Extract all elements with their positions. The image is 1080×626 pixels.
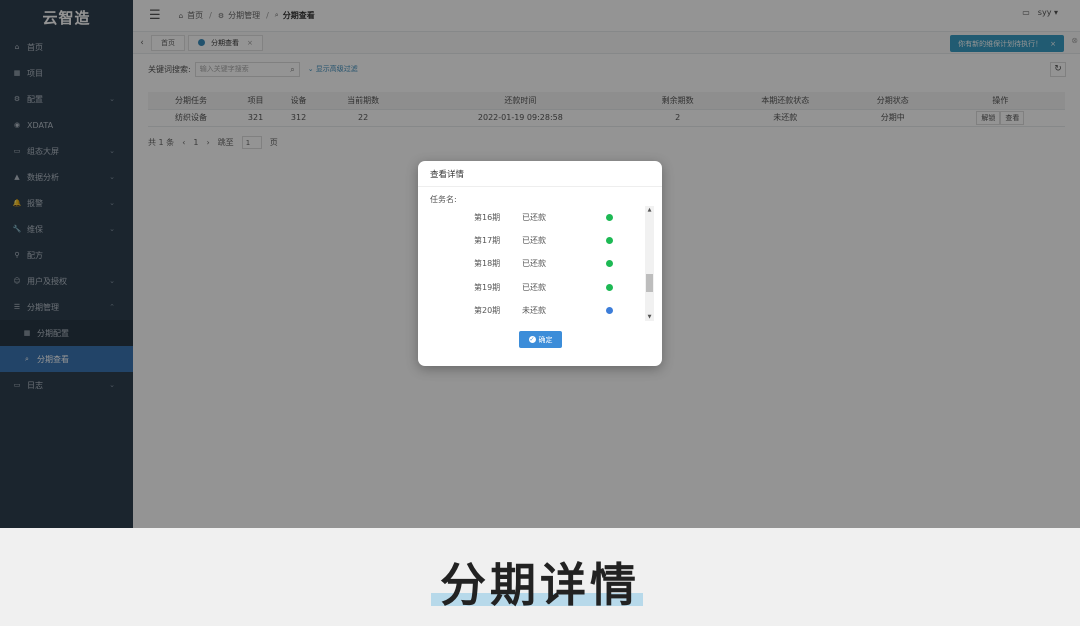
list-item: 第17期 已还款 <box>430 229 654 252</box>
check-circle-icon: ✓ <box>528 336 536 343</box>
modal-title: 查看详情 <box>418 161 662 187</box>
status-dot-icon <box>606 237 613 245</box>
period-label: 第20期 <box>474 305 501 315</box>
installment-list[interactable]: 第16期 已还款 第17期 已还款 第18期 已还款 第19期 已还款 第20期 未还款 <box>430 206 654 321</box>
scroll-up-icon[interactable]: ▲ <box>645 207 654 213</box>
status-dot-icon <box>606 306 613 314</box>
list-item: 第20期 未还款 <box>430 299 654 321</box>
status-label: 已还款 <box>522 259 546 269</box>
period-label: 第18期 <box>474 259 501 269</box>
scroll-thumb[interactable] <box>646 274 653 292</box>
period-label: 第17期 <box>474 236 501 246</box>
list-item: 第19期 已还款 <box>430 276 654 299</box>
status-dot-icon <box>606 283 613 291</box>
scroll-down-icon[interactable]: ▼ <box>645 314 654 320</box>
list-item: 第16期 已还款 <box>430 206 654 229</box>
caption-title: 分期详情 <box>440 558 640 612</box>
status-label: 未还款 <box>522 305 546 315</box>
status-label: 已还款 <box>522 282 546 292</box>
task-name-label: 任务名: <box>430 195 457 204</box>
period-label: 第16期 <box>474 213 501 223</box>
status-label: 已还款 <box>522 236 546 246</box>
status-label: 已还款 <box>522 213 546 223</box>
period-label: 第19期 <box>474 282 501 292</box>
status-dot-icon <box>606 214 613 221</box>
list-item: 第18期 已还款 <box>430 252 654 275</box>
confirm-label: 确定 <box>538 335 553 344</box>
modal-scrollbar[interactable]: ▲ ▼ <box>645 206 654 321</box>
confirm-button[interactable]: ✓ 确定 <box>519 331 562 348</box>
status-dot-icon <box>606 260 613 268</box>
